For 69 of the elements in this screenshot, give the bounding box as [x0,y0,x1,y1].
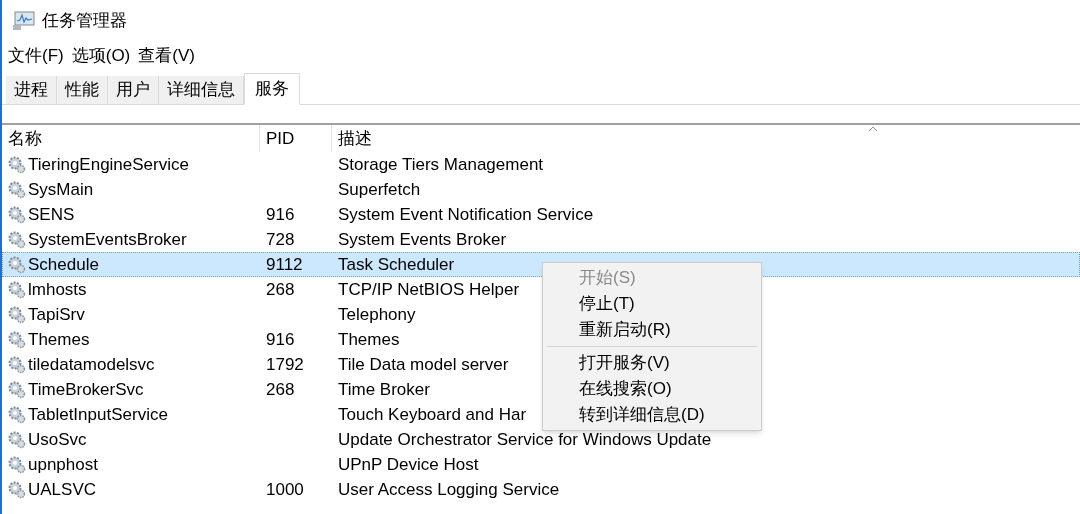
gears-icon [7,380,26,399]
table-cell: Superfetch [338,179,421,199]
table-cell-text: tiledatamodelsvc [28,353,155,376]
table-cell-text: TimeBrokerSvc [28,378,144,401]
table-cell: Task Scheduler [338,254,455,274]
table-cell-text: SysMain [28,178,94,201]
menu-item[interactable]: 在线搜索(O) [543,376,761,402]
menu-item[interactable]: 重新启动(R) [543,317,761,343]
column-header[interactable]: PID [266,125,295,152]
table-cell: TCP/IP NetBIOS Helper [338,279,520,299]
gears-icon [7,230,26,249]
menu-item[interactable]: 转到详细信息(D) [543,402,761,428]
gears-icon [7,480,26,499]
table-cell-text: TieringEngineService [28,153,189,176]
table-cell: 1000 [266,479,304,499]
menu-item[interactable]: 停止(T) [543,291,761,317]
table-cell: Tile Data model server [338,354,509,374]
table-cell-text: Themes [28,328,90,351]
menu-item[interactable]: 文件(F) [8,43,64,69]
table-cell-text: TapiSrv [28,303,85,326]
table-cell: User Access Logging Service [338,479,560,499]
table-cell-text: upnphost [28,453,98,476]
window-title: 任务管理器 [42,10,127,33]
gears-icon [7,155,26,174]
gears-icon [7,205,26,224]
table-cell: 268 [266,279,295,299]
table-cell: Telephony [338,304,416,324]
column-header[interactable]: 名称 [8,125,42,152]
tab[interactable]: 服务 [244,73,300,105]
table-cell: Themes [338,329,400,349]
table-cell: 916 [266,329,295,349]
table-cell: Touch Keyboard and Har [338,404,527,424]
table-cell-text: lmhosts [28,278,87,301]
table-cell: 1792 [266,354,304,374]
menu-item[interactable]: 查看(V) [138,43,195,69]
column-header[interactable]: 描述 [338,125,372,152]
gears-icon [7,180,26,199]
gears-icon [7,405,26,424]
table-cell: System Events Broker [338,229,507,249]
table-cell: 268 [266,379,295,399]
table-cell-text: UsoSvc [28,428,87,451]
gears-icon [7,305,26,324]
tab[interactable]: 详细信息 [159,76,244,104]
gears-icon [7,255,26,274]
gears-icon [7,355,26,374]
tab[interactable]: 性能 [57,76,108,104]
table-cell: 916 [266,204,295,224]
table-cell: Update Orchestrator Service for Windows Update [338,429,712,449]
gears-icon [7,455,26,474]
monitor-icon [12,11,36,31]
menu-item[interactable]: 打开服务(V) [543,350,761,376]
gears-icon [7,430,26,449]
table-cell: Storage Tiers Management [338,154,544,174]
table-cell-text: UALSVC [28,478,97,501]
sort-caret-icon [868,126,878,132]
gears-icon [7,330,26,349]
gears-icon [7,280,26,299]
table-cell: System Event Notification Service [338,204,594,224]
tab[interactable]: 进程 [6,76,57,104]
table-cell-text: TabletInputService [28,403,168,426]
table-cell: 9112 [266,254,303,274]
table-cell-text: SENS [28,203,75,226]
table-cell: 728 [266,229,295,249]
table-cell: UPnP Device Host [338,454,479,474]
table-cell: Time Broker [338,379,430,399]
table-cell-text: Schedule [28,253,99,276]
tab[interactable]: 用户 [108,76,159,104]
menu-item[interactable]: 选项(O) [71,43,131,69]
table-cell-text: SystemEventsBroker [28,228,187,251]
